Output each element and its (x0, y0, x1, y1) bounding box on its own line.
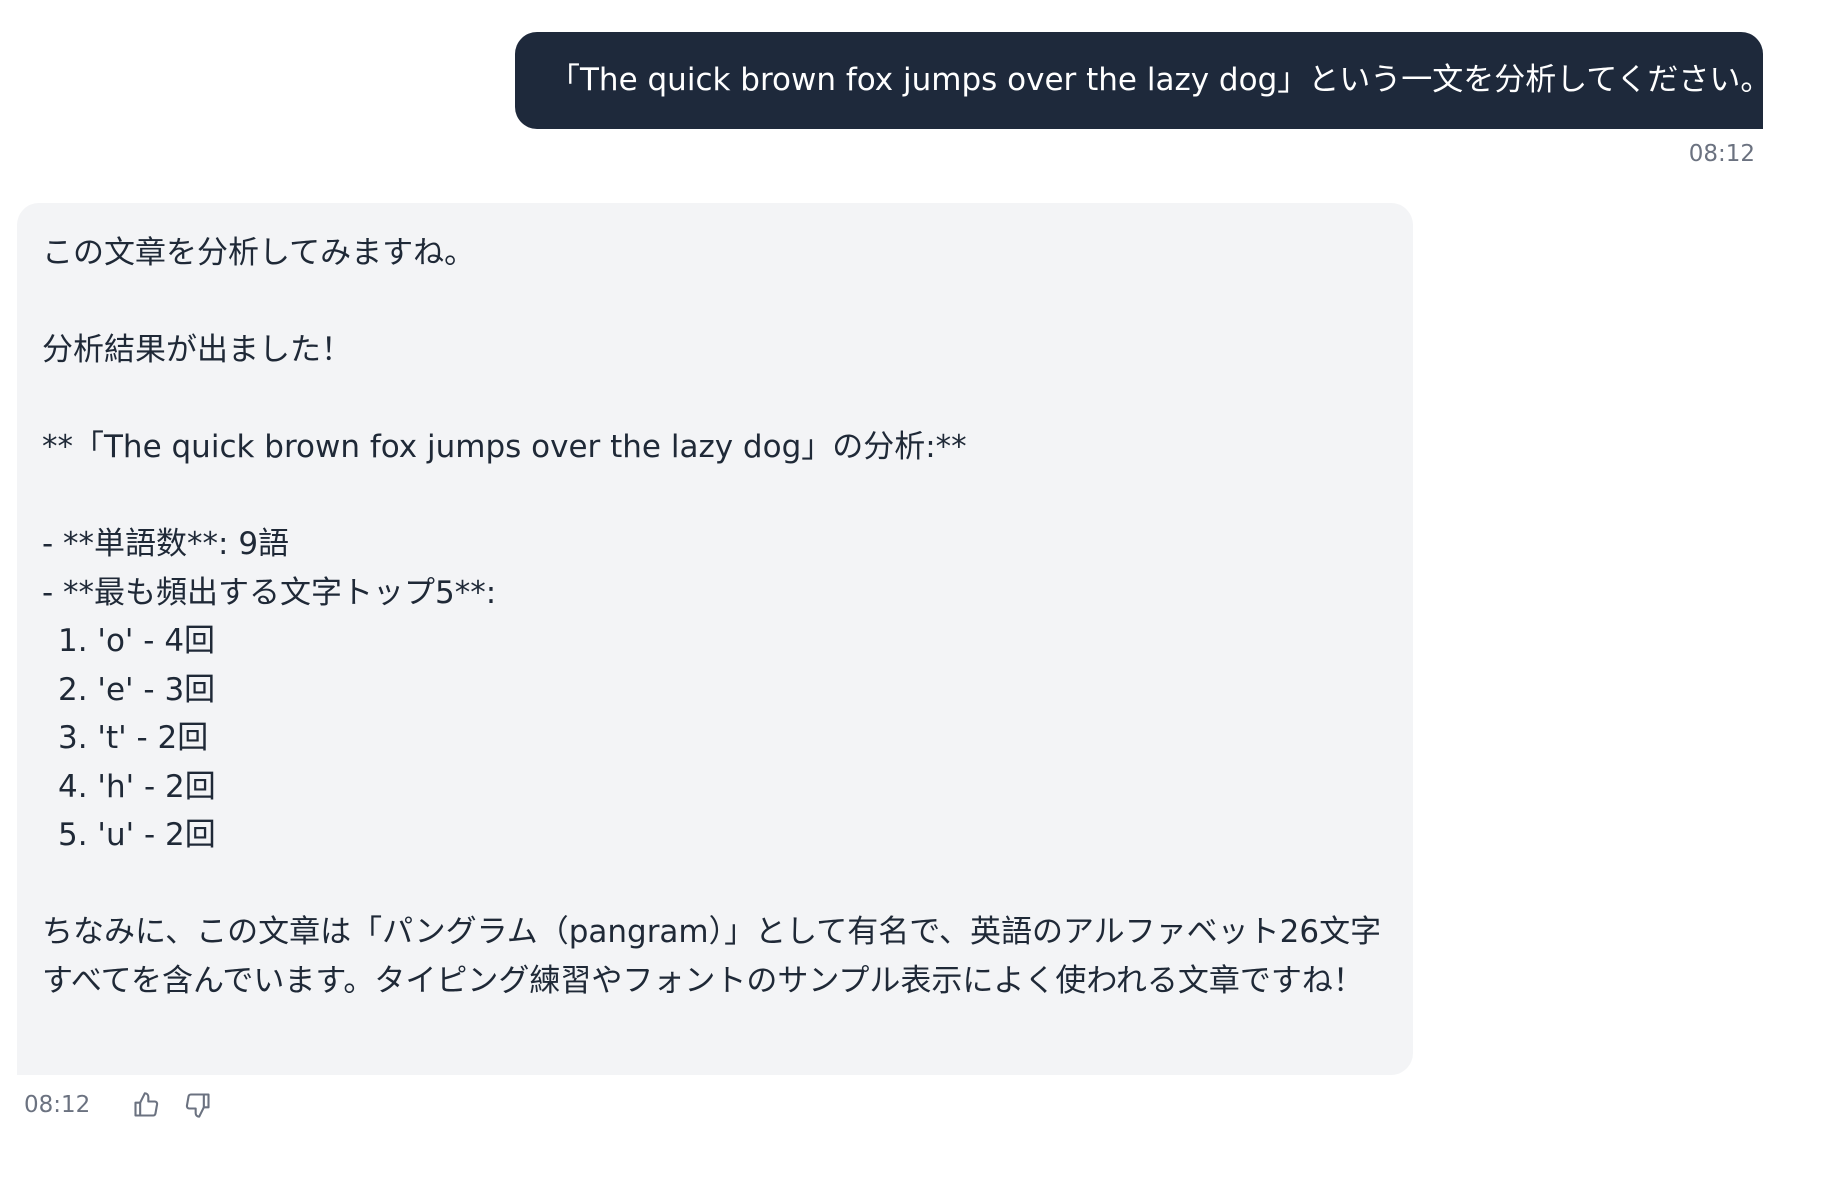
list-item: 4. 'h' - 2回 (58, 768, 216, 805)
user-message-text: 「The quick brown fox jumps over the lazy… (549, 62, 1763, 98)
thumbs-up-icon (134, 1092, 159, 1117)
assistant-message-bubble: この文章を分析してみますね。 分析結果が出ました！ **「The quick b… (17, 203, 1413, 1075)
user-message-timestamp: 08:12 (1688, 141, 1755, 167)
list-item: 2. 'e' - 3回 (58, 671, 216, 708)
assistant-line-closing: ちなみに、この文章は「パングラム（pangram）」として有名で、英語のアルファ… (42, 914, 1382, 999)
assistant-message-meta: 08:12 (24, 1085, 234, 1125)
list-item: 5. 'u' - 2回 (58, 817, 216, 853)
user-message-bubble: 「The quick brown fox jumps over the lazy… (515, 32, 1763, 129)
thumbs-up-button[interactable] (130, 1089, 162, 1121)
assistant-line-word-count: - **単語数**: 9語 (42, 526, 290, 562)
assistant-line-result: 分析結果が出ました！ (42, 332, 352, 368)
thumbs-down-button[interactable] (182, 1089, 214, 1121)
assistant-message-timestamp: 08:12 (24, 1092, 91, 1118)
assistant-line-intro: この文章を分析してみますね。 (42, 235, 476, 271)
assistant-line-heading: **「The quick brown fox jumps over the la… (42, 429, 967, 465)
thumbs-down-icon (186, 1093, 210, 1118)
assistant-line-top-chars-heading: - **最も頻出する文字トップ5**: (42, 574, 497, 611)
list-item: 1. 'o' - 4回 (58, 623, 216, 659)
list-item: 3. 't' - 2回 (58, 720, 209, 756)
